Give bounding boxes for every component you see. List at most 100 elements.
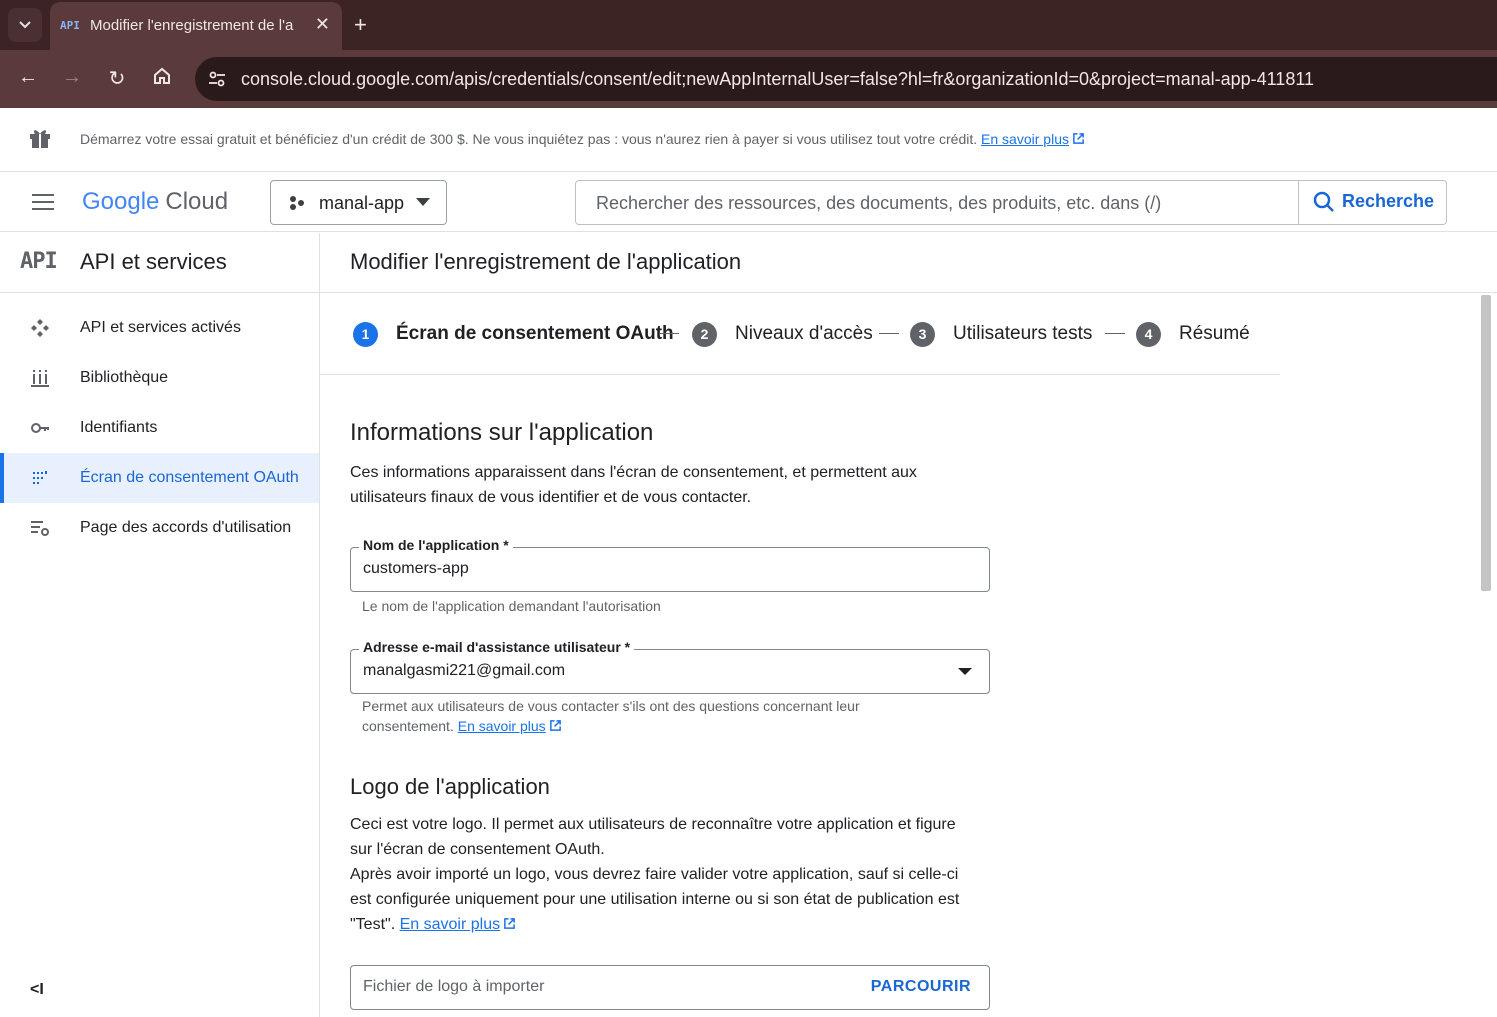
chevron-down-icon (19, 21, 31, 29)
support-email-hint-text: consentement. (362, 718, 454, 734)
page-title: Modifier l'enregistrement de l'applicati… (350, 249, 742, 274)
logo-desc-line: Après avoir importé un logo, vous devrez… (350, 866, 959, 883)
site-info-icon[interactable] (207, 69, 227, 89)
api-favicon-icon: API (60, 19, 80, 32)
search-icon (1313, 191, 1334, 212)
learn-more-link[interactable]: En savoir plus (458, 718, 546, 734)
support-email-hint-line: Permet aux utilisateurs de vous contacte… (362, 698, 860, 714)
step-number: 4 (1136, 321, 1161, 347)
external-link-icon (549, 720, 561, 731)
sidebar-item-label: Identifiants (80, 419, 158, 436)
sidebar-title: API et services (80, 249, 227, 274)
home-icon[interactable] (149, 66, 175, 92)
reload-icon[interactable]: ↻ (104, 66, 130, 91)
search-input[interactable]: Rechercher des ressources, des documents… (596, 193, 1161, 214)
step-label: Utilisateurs tests (953, 323, 1093, 344)
tab-title: Modifier l'enregistrement de l'a (90, 17, 294, 34)
logo-desc-line: est configurée uniquement pour une utili… (350, 891, 960, 908)
promo-text: Démarrez votre essai gratuit et bénéfici… (80, 131, 1085, 147)
sidebar-item-oauth-consent[interactable]: Écran de consentement OAuth (0, 453, 319, 503)
step-test-users[interactable]: 3 Utilisateurs tests (910, 321, 1092, 347)
hub-icon (31, 319, 49, 337)
settings-list-icon (31, 521, 49, 536)
free-trial-banner: Démarrez votre essai gratuit et bénéfici… (0, 108, 1497, 172)
logo-upload-placeholder: Fichier de logo à importer (363, 978, 545, 995)
stepper: 1 Écran de consentement OAuth 2 Niveaux … (320, 293, 1280, 375)
scrollbar-thumb[interactable] (1481, 295, 1491, 591)
step-label: Niveaux d'accès (735, 323, 873, 344)
app-info-heading: Informations sur l'application (350, 419, 654, 446)
sidebar-item-enabled-apis[interactable]: API et services activés (0, 303, 319, 353)
search-box: Rechercher des ressources, des documents… (575, 180, 1447, 225)
browser-toolbar: ← → ↻ console.cloud.google.com/apis/cred… (0, 50, 1497, 108)
project-selector[interactable]: manal-app (270, 180, 447, 225)
page-title-bar: Modifier l'enregistrement de l'applicati… (320, 233, 1497, 293)
step-label: Écran de consentement OAuth (396, 323, 674, 344)
support-email-hint: Permet aux utilisateurs de vous contacte… (362, 696, 922, 736)
app-name-label: Nom de l'application * (359, 537, 513, 553)
api-icon: API (20, 249, 58, 274)
address-bar[interactable]: console.cloud.google.com/apis/credential… (195, 57, 1497, 101)
tab-search-button[interactable] (8, 8, 42, 42)
main-content: Modifier l'enregistrement de l'applicati… (320, 233, 1497, 1017)
collapse-sidebar-icon[interactable]: <I (30, 981, 44, 999)
sidebar-item-label: API et services activés (80, 319, 241, 336)
sidebar-item-credentials[interactable]: Identifiants (0, 403, 319, 453)
logo-google: Google (82, 188, 160, 215)
google-cloud-logo[interactable]: Google Cloud (82, 188, 228, 216)
step-label: Résumé (1179, 323, 1250, 344)
logo-description: Ceci est votre logo. Il permet aux utili… (350, 812, 990, 937)
url-text[interactable]: console.cloud.google.com/apis/credential… (241, 69, 1314, 90)
step-connector (659, 333, 679, 334)
step-connector (1105, 333, 1125, 334)
step-number: 2 (692, 321, 717, 347)
logo-desc-line-last: "Test". En savoir plus (350, 912, 990, 937)
browse-button[interactable]: PARCOURIR (871, 978, 971, 996)
browser-tab-bar: API Modifier l'enregistrement de l'a ✕ + (0, 0, 1497, 50)
external-link-icon (504, 918, 515, 929)
step-connector (879, 333, 899, 334)
step-number: 3 (910, 321, 935, 347)
close-icon[interactable]: ✕ (315, 14, 330, 35)
logo-desc-line: sur l'écran de consentement OAuth. (350, 841, 605, 858)
browser-tab[interactable]: API Modifier l'enregistrement de l'a ✕ (50, 2, 342, 50)
search-button[interactable]: Recherche (1298, 181, 1446, 224)
app-info-desc-line: Ces informations apparaissent dans l'écr… (350, 464, 917, 481)
support-email-label: Adresse e-mail d'assistance utilisateur … (359, 639, 635, 655)
logo-upload-field[interactable]: Fichier de logo à importer PARCOURIR (350, 965, 990, 1010)
back-icon[interactable]: ← (15, 66, 41, 89)
project-name: manal-app (319, 193, 405, 213)
step-oauth-consent[interactable]: 1 Écran de consentement OAuth (353, 321, 674, 347)
library-icon (31, 370, 49, 387)
caret-down-icon (958, 668, 972, 675)
support-email-select[interactable]: Adresse e-mail d'assistance utilisateur … (350, 639, 990, 694)
search-button-label: Recherche (1342, 191, 1435, 211)
step-summary[interactable]: 4 Résumé (1136, 321, 1250, 347)
app-info-desc-line: utilisateurs finaux de vous identifier e… (350, 489, 752, 506)
caret-down-icon (416, 198, 430, 206)
promo-message: Démarrez votre essai gratuit et bénéfici… (80, 131, 978, 147)
app-name-hint: Le nom de l'application demandant l'auto… (362, 598, 661, 614)
sidebar: API API et services API et services acti… (0, 233, 320, 1017)
learn-more-link[interactable]: En savoir plus (400, 916, 501, 933)
sidebar-item-label: Écran de consentement OAuth (80, 469, 299, 486)
menu-icon[interactable] (32, 194, 54, 215)
console-header: Google Cloud manal-app Rechercher des res… (0, 172, 1497, 232)
new-tab-button[interactable]: + (354, 12, 367, 38)
app-name-input[interactable]: customers-app (363, 560, 469, 578)
learn-more-link[interactable]: En savoir plus (981, 131, 1069, 147)
gift-icon (30, 130, 50, 148)
support-email-hint-line2: consentement. En savoir plus (362, 716, 922, 736)
logo-cloud: Cloud (165, 188, 229, 215)
key-icon (31, 423, 49, 433)
sidebar-item-library[interactable]: Bibliothèque (0, 353, 319, 403)
sidebar-item-usage-agreements[interactable]: Page des accords d'utilisation (0, 503, 319, 553)
sidebar-header: API API et services (0, 233, 319, 293)
step-scopes[interactable]: 2 Niveaux d'accès (692, 321, 873, 347)
consent-icon (33, 471, 47, 484)
sidebar-item-label: Page des accords d'utilisation (80, 519, 292, 536)
app-name-field[interactable]: Nom de l'application * customers-app (350, 537, 990, 592)
app-info-description: Ces informations apparaissent dans l'écr… (350, 460, 990, 510)
forward-icon[interactable]: → (59, 66, 85, 89)
project-icon (290, 196, 304, 210)
